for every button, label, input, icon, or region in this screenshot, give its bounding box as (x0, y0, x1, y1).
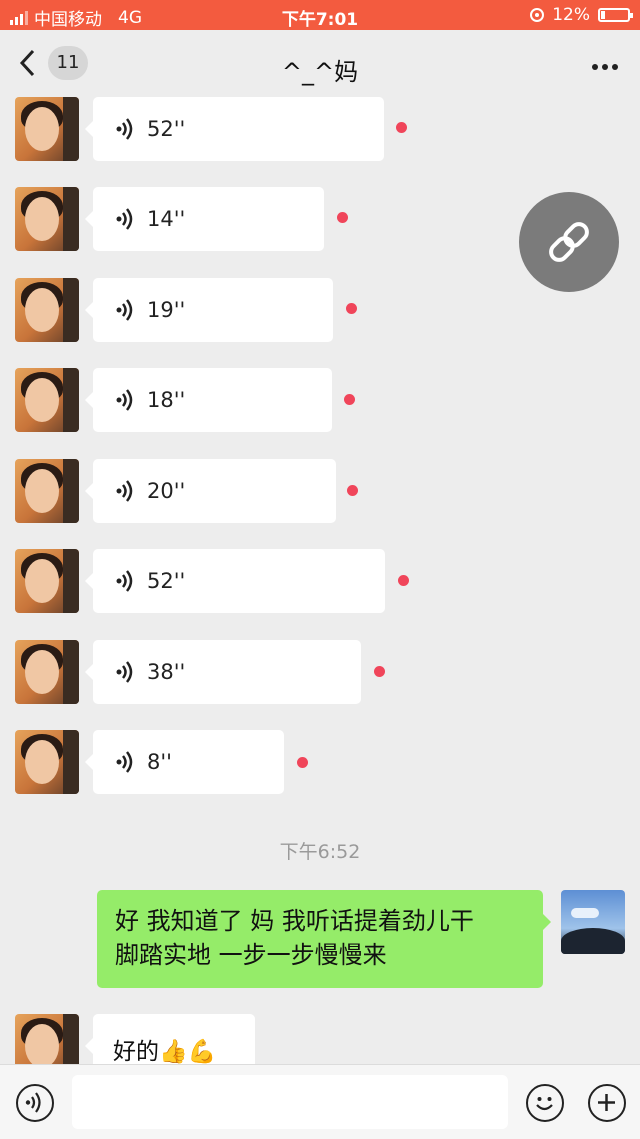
voice-message[interactable]: 38'' (85, 640, 361, 704)
voice-duration: 18'' (147, 388, 186, 412)
status-bar: 中国移动 4G 下午7:01 12% (0, 0, 640, 30)
voice-wave-icon (115, 207, 137, 231)
message-timestamp: 下午6:52 (279, 841, 361, 863)
unread-dot (398, 575, 409, 586)
contact-avatar[interactable] (15, 730, 79, 794)
voice-wave-icon (115, 298, 137, 322)
floating-link-button[interactable] (519, 192, 619, 292)
voice-message[interactable]: 52'' (85, 97, 384, 161)
contact-avatar[interactable] (15, 549, 79, 613)
voice-wave-icon (115, 660, 137, 684)
contact-avatar[interactable] (15, 459, 79, 523)
message-text: 好的 (113, 1039, 159, 1065)
unread-dot (374, 666, 385, 677)
sent-text-message[interactable]: 好 我知道了 妈 我听话提着劲儿干 脚踏实地 一步一步慢慢来 (97, 890, 551, 988)
battery-label: 12% (552, 5, 590, 25)
contact-avatar[interactable] (15, 187, 79, 251)
voice-message[interactable]: 14'' (85, 187, 324, 251)
voice-input-button[interactable] (16, 1084, 54, 1122)
plus-icon (598, 1094, 615, 1111)
voice-duration: 20'' (147, 479, 186, 503)
chat-header: 11 ^_^妈 (0, 30, 640, 100)
voice-message[interactable]: 20'' (85, 459, 336, 523)
voice-message[interactable]: 19'' (85, 278, 333, 342)
message-line: 脚踏实地 一步一步慢慢来 (115, 941, 387, 969)
contact-avatar[interactable] (15, 97, 79, 161)
voice-duration: 14'' (147, 207, 186, 231)
voice-duration: 38'' (147, 660, 186, 684)
contact-avatar[interactable] (15, 640, 79, 704)
emoji-button[interactable] (526, 1084, 564, 1122)
voice-wave-icon (115, 569, 137, 593)
link-icon (549, 222, 589, 262)
voice-wave-icon (25, 1092, 41, 1113)
input-bar (0, 1064, 640, 1139)
voice-duration: 19'' (147, 298, 186, 322)
emoji-icon (536, 1097, 553, 1111)
voice-duration: 8'' (147, 750, 172, 774)
self-avatar[interactable] (561, 890, 625, 954)
more-dots-icon (592, 64, 598, 70)
voice-wave-icon (115, 750, 137, 774)
contact-avatar[interactable] (15, 368, 79, 432)
rotation-lock-icon (530, 8, 545, 22)
voice-duration: 52'' (147, 569, 186, 593)
voice-message[interactable]: 18'' (85, 368, 332, 432)
voice-wave-icon (115, 117, 137, 141)
emoji: 👍💪 (159, 1039, 217, 1065)
voice-wave-icon (115, 479, 137, 503)
more-options-button[interactable] (592, 64, 618, 70)
unread-dot (297, 757, 308, 768)
voice-duration: 52'' (147, 117, 186, 141)
contact-avatar[interactable] (15, 278, 79, 342)
voice-wave-icon (115, 388, 137, 412)
voice-message[interactable]: 52'' (85, 549, 385, 613)
unread-dot (346, 303, 357, 314)
battery-icon (598, 8, 633, 22)
unread-dot (337, 212, 348, 223)
chat-title: ^_^妈 (281, 58, 359, 86)
unread-dot (396, 122, 407, 133)
add-button[interactable] (588, 1084, 626, 1122)
unread-dot (344, 394, 355, 405)
voice-message[interactable]: 8'' (85, 730, 284, 794)
message-line: 好 我知道了 妈 我听话提着劲儿干 (115, 907, 474, 935)
unread-dot (347, 485, 358, 496)
message-input[interactable] (72, 1075, 508, 1129)
